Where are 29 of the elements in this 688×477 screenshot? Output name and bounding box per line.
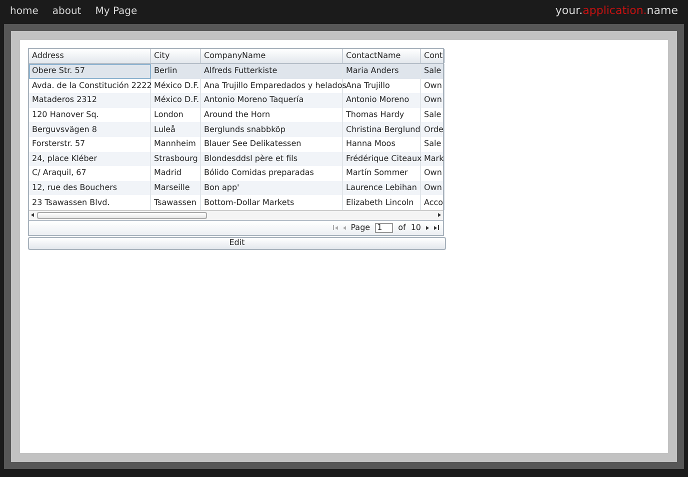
column-header[interactable]: Address — [29, 49, 151, 63]
scroll-left-icon[interactable] — [31, 213, 34, 218]
grid-row[interactable]: 24, place Kléber Strasbourg Blondesddsl père et fils Frédérique Citeaux Mark — [29, 152, 443, 166]
nav-link[interactable]: about — [52, 4, 82, 18]
page-label: Page — [350, 222, 370, 234]
next-page-icon[interactable] — [426, 226, 429, 230]
scrollbar-thumb[interactable] — [37, 212, 207, 219]
scroll-right-icon[interactable] — [438, 213, 441, 218]
grid-row[interactable]: C/ Araquil, 67 Madrid Bólido Comidas preparadas Martín Sommer Own — [29, 166, 443, 181]
brand-name: your.application.name — [555, 2, 678, 19]
grid-row[interactable]: Obere Str. 57 Berlin Alfreds Futterkiste Maria Anders Sale — [29, 64, 443, 79]
grid-row[interactable]: 120 Hanover Sq. London Around the Horn Thomas Hardy Sale — [29, 108, 443, 122]
grid-row[interactable]: Avda. de la Constitución 2222 México D.F. Ana Trujillo Emparedados y heladosAna Trujillo Own — [29, 78, 443, 94]
page-total: 10 — [410, 222, 421, 234]
edit-button[interactable]: Edit — [28, 236, 446, 250]
column-header[interactable]: CompanyName — [201, 49, 343, 63]
grid-row[interactable]: Berguvsvägen 8 Luleå Berglunds snabbköp Christina Berglund Orde — [29, 122, 443, 137]
last-page-icon[interactable] — [434, 225, 439, 230]
page-of-label: of — [398, 222, 406, 234]
page-input[interactable]: 1 — [375, 222, 394, 233]
column-header[interactable]: ContactName — [343, 49, 421, 63]
horizontal-scrollbar[interactable] — [29, 210, 443, 220]
nav-link[interactable]: My Page — [95, 4, 138, 18]
table-cell: Obere Str. 57 — [29, 64, 151, 79]
column-header[interactable]: City — [151, 49, 201, 63]
column-header[interactable]: Cont — [421, 49, 445, 63]
grid-row[interactable]: Mataderos 2312 México D.F. Antonio Moreno Taquería Antonio Moreno Own — [29, 93, 443, 108]
grid-row[interactable]: 12, rue des Bouchers Marseille Bon app' Laurence Lebihan Own — [29, 180, 443, 196]
nav-link[interactable]: home — [10, 4, 38, 18]
